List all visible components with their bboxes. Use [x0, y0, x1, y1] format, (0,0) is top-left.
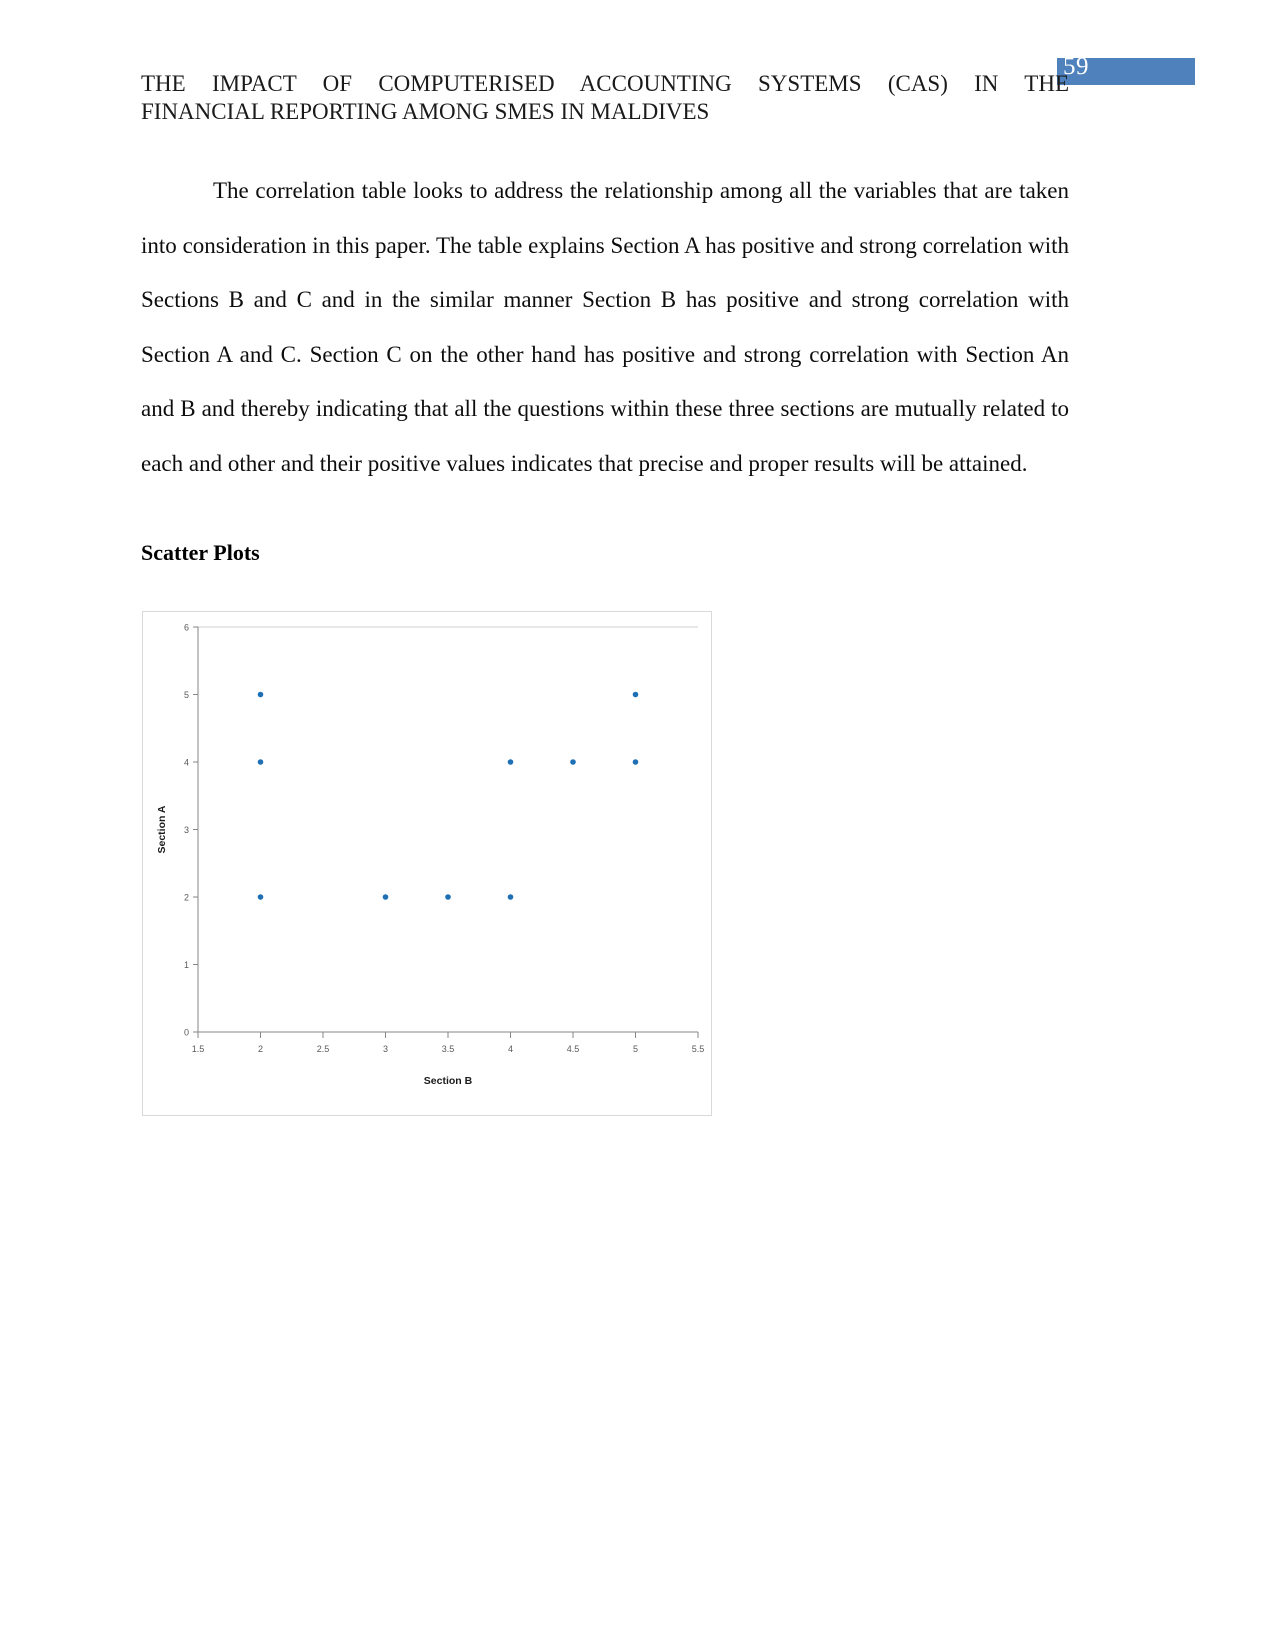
data-point: [507, 894, 514, 900]
header-line-1: THE IMPACT OF COMPUTERISED ACCOUNTING SY…: [141, 71, 1069, 96]
x-tick-label: 2: [258, 1044, 263, 1054]
data-point: [445, 894, 451, 900]
data-point: [507, 759, 514, 765]
x-tick-label: 2.5: [317, 1044, 330, 1054]
y-axis-title: Section A: [156, 805, 168, 853]
x-tick-label: 5: [633, 1044, 638, 1054]
document-page: 59 THE IMPACT OF COMPUTERISED ACCOUNTING…: [0, 0, 1275, 1650]
x-tick-label: 5.5: [692, 1044, 705, 1054]
header-line-2: FINANCIAL REPORTING AMONG SMES IN MALDIV…: [141, 99, 710, 124]
y-tick-label: 2: [184, 893, 189, 903]
data-point: [632, 759, 639, 765]
x-tick-label: 4: [508, 1044, 513, 1054]
data-point: [257, 759, 264, 765]
y-tick-label: 0: [184, 1028, 189, 1038]
x-axis-title: Section B: [424, 1075, 473, 1087]
data-point: [382, 894, 389, 900]
y-tick-label: 6: [184, 623, 189, 633]
x-tick-label: 4.5: [567, 1044, 580, 1054]
x-tick-label: 3: [383, 1044, 388, 1054]
section-heading-scatter-plots: Scatter Plots: [141, 540, 260, 565]
scatter-chart: 0 1 2 3 4 5 6 1.5 2 2.5 3 3.5 4 4.5 5 5.5 Section B Secti…: [142, 611, 712, 1116]
data-point: [570, 759, 576, 765]
document-header: THE IMPACT OF COMPUTERISED ACCOUNTING SY…: [141, 70, 1069, 126]
y-tick-label: 3: [184, 825, 189, 835]
y-tick-label: 5: [184, 690, 189, 700]
x-tick-label: 1.5: [192, 1044, 205, 1054]
x-tick-label: 3.5: [442, 1044, 455, 1054]
data-point: [257, 691, 264, 698]
y-tick-label: 4: [184, 758, 189, 768]
scatter-chart-svg: 0 1 2 3 4 5 6 1.5 2 2.5 3 3.5 4 4.5 5 5.5 Section B Secti…: [156, 623, 705, 1088]
body-paragraph: The correlation table looks to address t…: [141, 178, 1069, 476]
y-tick-label: 1: [184, 960, 189, 970]
data-point: [257, 894, 264, 900]
data-point: [632, 691, 639, 698]
